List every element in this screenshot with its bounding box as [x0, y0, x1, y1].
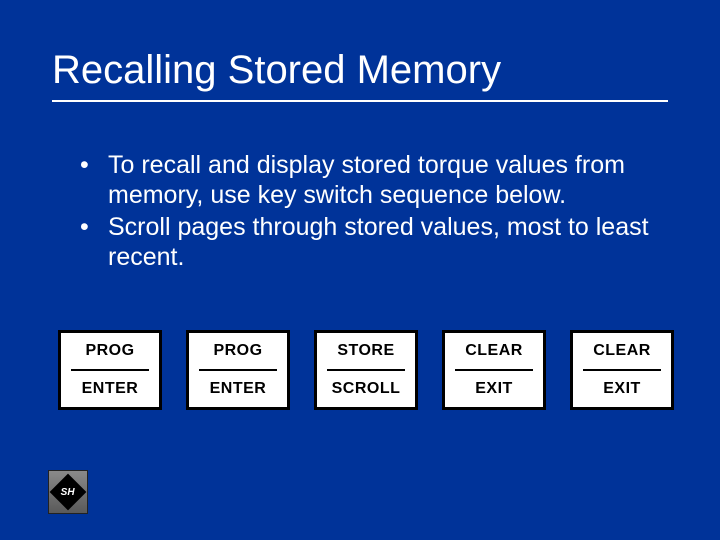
key-top-label: PROG: [213, 342, 262, 360]
key-top-label: CLEAR: [593, 342, 651, 360]
key-divider: [583, 369, 661, 371]
key-divider: [455, 369, 533, 371]
key-clear-exit: CLEAR EXIT: [442, 330, 546, 410]
logo-diamond-icon: SH: [50, 474, 87, 511]
key-prog-enter: PROG ENTER: [58, 330, 162, 410]
bullet-item: To recall and display stored torque valu…: [80, 150, 660, 210]
key-bottom-label: EXIT: [475, 380, 513, 398]
key-top-label: PROG: [85, 342, 134, 360]
key-top-label: CLEAR: [465, 342, 523, 360]
key-prog-enter: PROG ENTER: [186, 330, 290, 410]
logo-text: SH: [61, 487, 75, 498]
title-underline: [52, 100, 668, 102]
key-bottom-label: SCROLL: [332, 380, 401, 398]
bullet-item: Scroll pages through stored values, most…: [80, 212, 660, 272]
key-sequence-row: PROG ENTER PROG ENTER STORE SCROLL CLEAR…: [58, 330, 674, 410]
key-bottom-label: ENTER: [82, 380, 139, 398]
key-store-scroll: STORE SCROLL: [314, 330, 418, 410]
key-clear-exit: CLEAR EXIT: [570, 330, 674, 410]
slide-title: Recalling Stored Memory: [52, 48, 501, 93]
brand-logo: SH: [48, 470, 88, 514]
bullet-list: To recall and display stored torque valu…: [80, 150, 660, 274]
key-divider: [327, 369, 405, 371]
key-bottom-label: EXIT: [603, 380, 641, 398]
key-divider: [199, 369, 277, 371]
key-bottom-label: ENTER: [210, 380, 267, 398]
key-divider: [71, 369, 149, 371]
key-top-label: STORE: [337, 342, 394, 360]
